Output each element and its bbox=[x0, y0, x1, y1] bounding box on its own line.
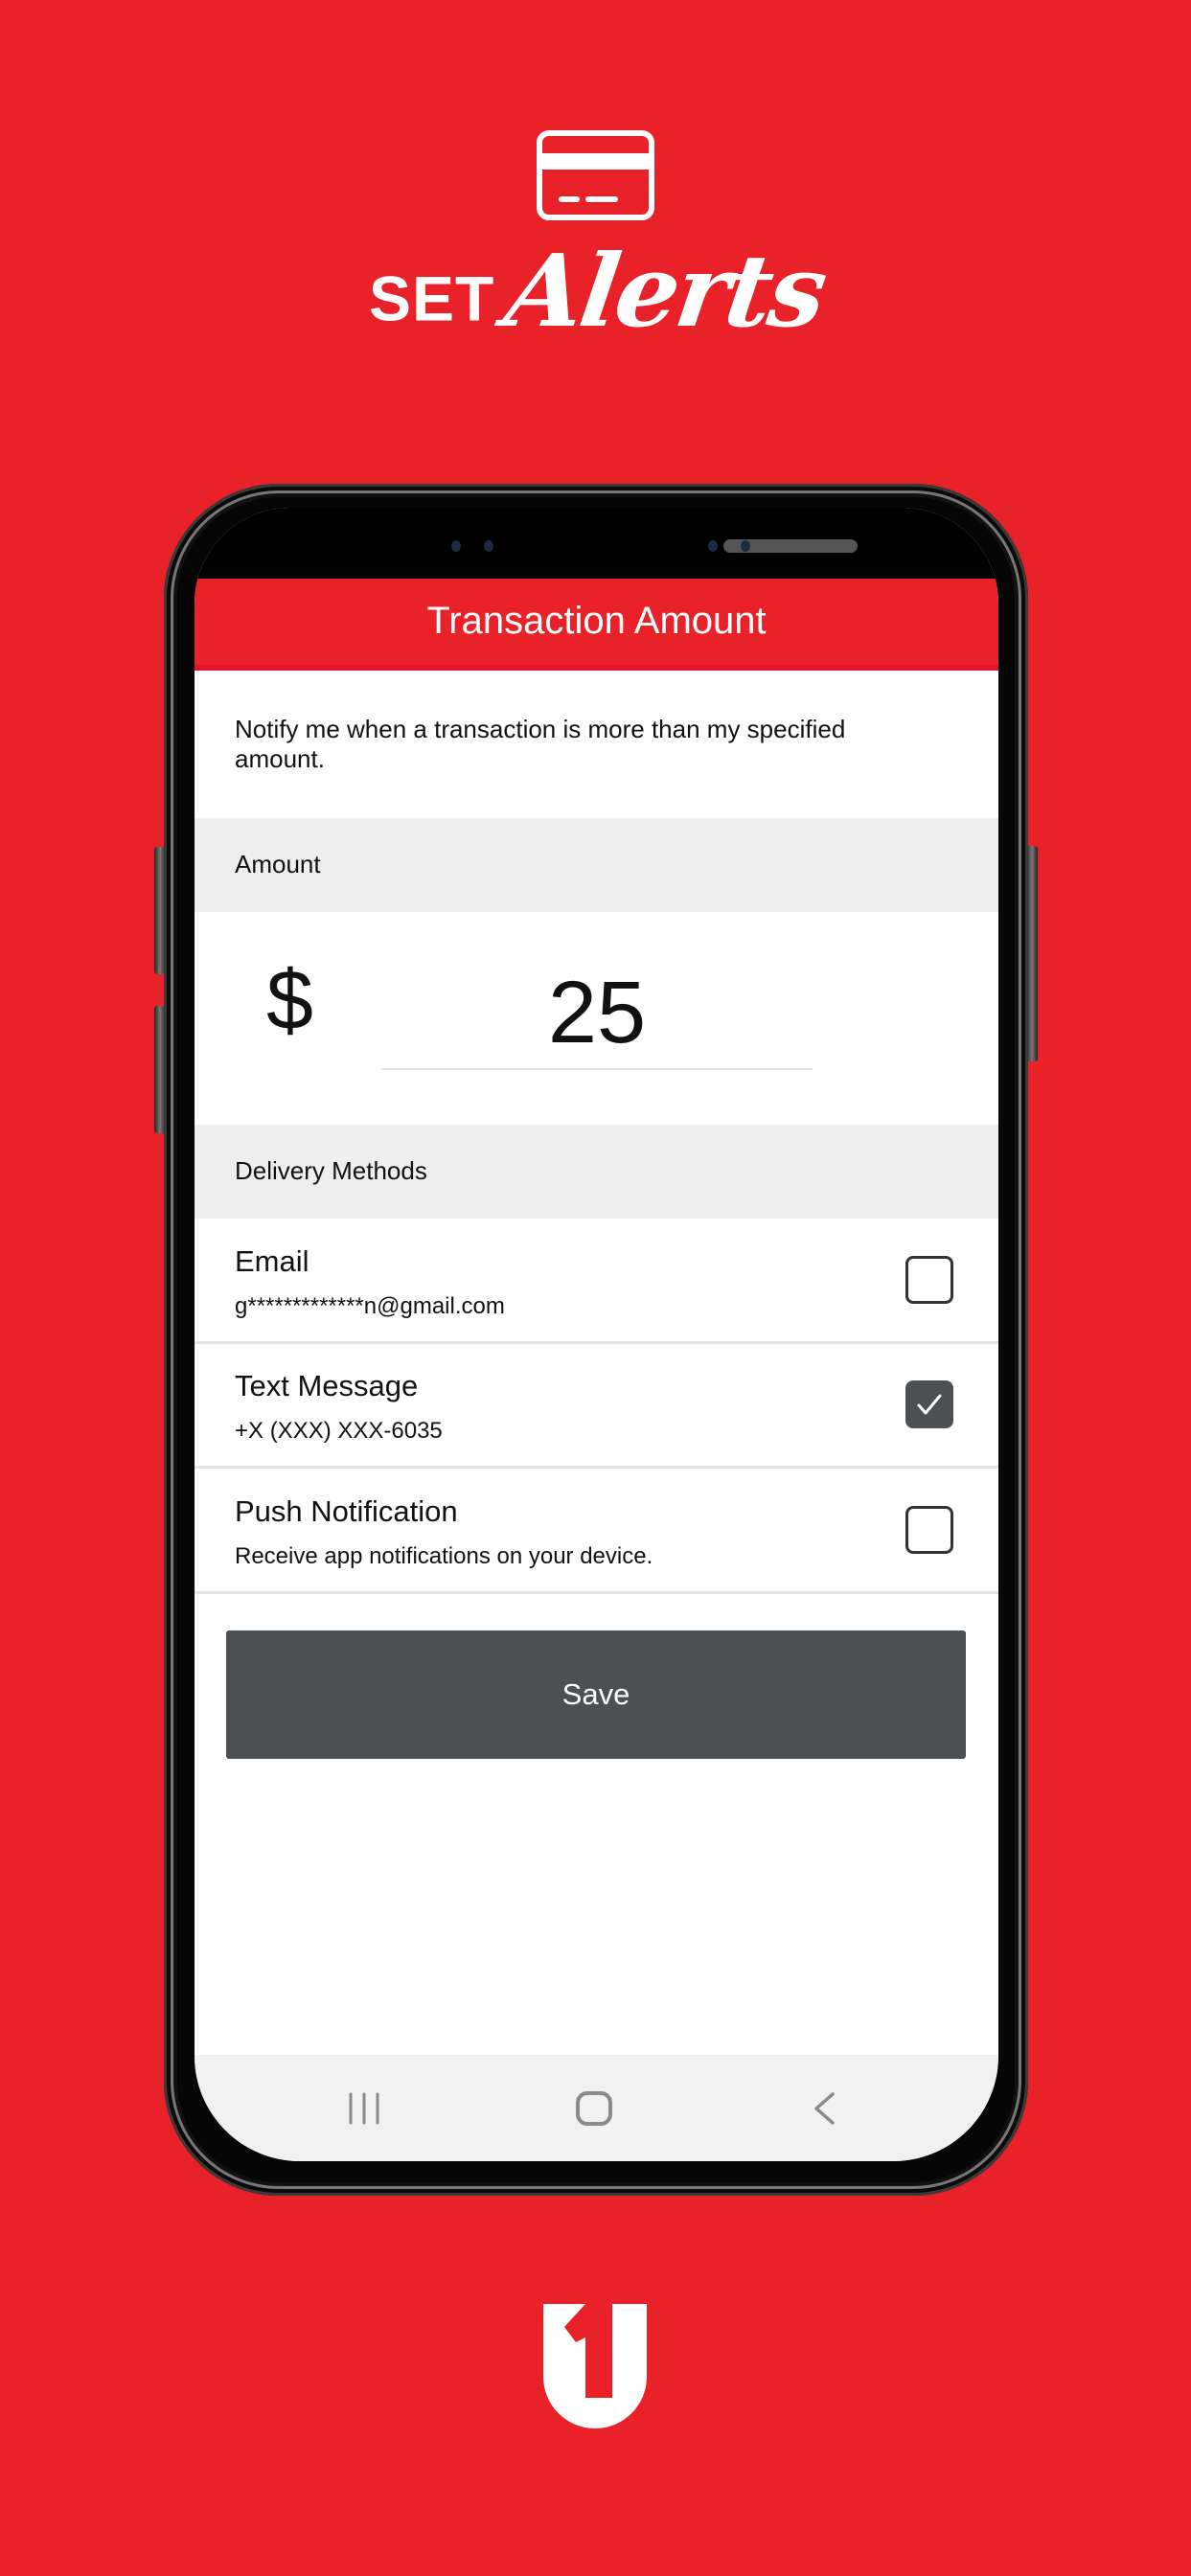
credit-card-icon bbox=[537, 130, 654, 220]
back-icon[interactable] bbox=[813, 2091, 836, 2126]
method-title: Text Message bbox=[235, 1369, 419, 1402]
promo-title-script: Alerts bbox=[498, 232, 832, 350]
brand-logo bbox=[543, 2304, 647, 2428]
method-detail: Receive app notifications on your device… bbox=[235, 1543, 653, 1569]
home-icon[interactable] bbox=[575, 2090, 613, 2127]
text-message-checkbox[interactable] bbox=[905, 1380, 953, 1428]
delivery-method-push-notification[interactable]: Push Notification Receive app notificati… bbox=[195, 1469, 998, 1594]
delivery-section-header: Delivery Methods bbox=[195, 1125, 998, 1219]
app-header: Transaction Amount bbox=[195, 579, 998, 671]
push-notification-checkbox[interactable] bbox=[905, 1506, 953, 1554]
method-title: Email bbox=[235, 1244, 309, 1278]
checkmark-icon bbox=[917, 1394, 942, 1415]
promo-title: SETAlerts bbox=[0, 232, 1191, 357]
delivery-method-email[interactable]: Email g*************n@gmail.com bbox=[195, 1219, 998, 1344]
method-title: Push Notification bbox=[235, 1494, 458, 1528]
delivery-section-label: Delivery Methods bbox=[235, 1156, 427, 1185]
currency-symbol: $ bbox=[266, 952, 313, 1047]
method-detail: +X (XXX) XXX-6035 bbox=[235, 1418, 443, 1444]
promo-title-prefix: SET bbox=[368, 262, 495, 334]
system-nav-bar bbox=[195, 2055, 998, 2161]
amount-input[interactable] bbox=[381, 958, 813, 1070]
save-button[interactable]: Save bbox=[226, 1630, 966, 1759]
phone-screen: Transaction Amount Notify me when a tran… bbox=[195, 508, 998, 2161]
delivery-method-text-message[interactable]: Text Message +X (XXX) XXX-6035 bbox=[195, 1343, 998, 1469]
email-checkbox[interactable] bbox=[905, 1256, 953, 1304]
camera-icon bbox=[708, 540, 718, 552]
amount-section-header: Amount bbox=[195, 818, 998, 912]
method-detail: g*************n@gmail.com bbox=[235, 1293, 505, 1319]
amount-section-label: Amount bbox=[235, 850, 321, 878]
description-text: Notify me when a transaction is more tha… bbox=[235, 715, 846, 773]
camera-icon bbox=[741, 540, 750, 552]
sensor-icon bbox=[484, 540, 493, 552]
recent-apps-icon[interactable] bbox=[347, 2091, 381, 2126]
page-title: Transaction Amount bbox=[426, 600, 767, 642]
status-area bbox=[195, 508, 998, 579]
sensor-icon bbox=[451, 540, 461, 552]
notch bbox=[386, 508, 858, 577]
